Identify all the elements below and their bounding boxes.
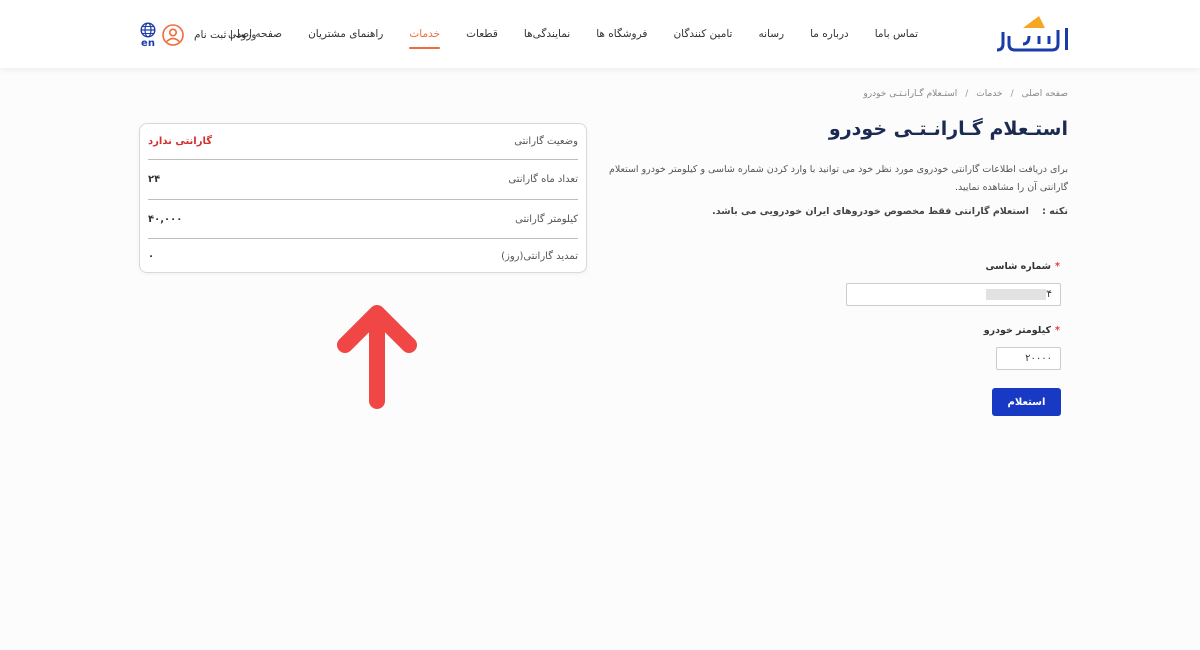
result-label: کیلومتر گارانتی — [515, 213, 578, 225]
result-label: تعداد ماه گارانتی — [508, 174, 578, 185]
language-label: en — [141, 38, 155, 49]
km-input[interactable] — [996, 347, 1061, 370]
nav-item-dealers[interactable]: نمایندگی‌ها — [524, 28, 570, 40]
nav-item-services[interactable]: خدمات — [409, 28, 440, 49]
site-header: صفحه اصلی راهنمای مشتریان خدمات قطعات نم… — [0, 0, 1200, 68]
breadcrumb-separator: / — [965, 89, 969, 99]
language-switcher[interactable]: en — [138, 22, 158, 52]
arrow-up-icon — [337, 305, 417, 409]
vin-redaction — [986, 289, 1046, 300]
result-row-status: وضعیت گارانتی گارانتی ندارد — [148, 124, 578, 160]
nav-item-suppliers[interactable]: تامین کنندگان — [673, 28, 732, 40]
inquiry-button[interactable]: استعلام — [992, 388, 1061, 416]
breadcrumb-services[interactable]: خدمات — [976, 89, 1002, 99]
warranty-result-card: وضعیت گارانتی گارانتی ندارد تعداد ماه گا… — [139, 123, 587, 273]
globe-icon — [140, 22, 156, 38]
breadcrumb-separator: / — [1010, 89, 1014, 99]
isaco-logo[interactable] — [995, 14, 1071, 54]
breadcrumb-current: استـعلام گـارانـتـی خودرو — [863, 89, 958, 99]
breadcrumb: صفحه اصلی / خدمات / استـعلام گـارانـتـی … — [863, 89, 1068, 99]
status-badge: گارانتی ندارد — [148, 136, 213, 147]
note-label: نکته : — [1042, 206, 1068, 217]
main-nav: صفحه اصلی راهنمای مشتریان خدمات قطعات نم… — [228, 0, 918, 68]
vin-field-wrapper — [846, 283, 1061, 306]
result-row-months: تعداد ماه گارانتی ۲۴ — [148, 160, 578, 200]
nav-item-media[interactable]: رسانه — [758, 28, 784, 40]
login-register-label[interactable]: ورود | ثبت نام — [194, 29, 256, 41]
required-mark: * — [1055, 325, 1060, 336]
page-description: برای دریافت اطلاعات گارانتی خودروی مورد … — [608, 164, 1068, 193]
note-text: استعلام گارانتی فقط مخصوص خودروهای ایران… — [712, 206, 1029, 217]
breadcrumb-home[interactable]: صفحه اصلی — [1022, 89, 1068, 99]
vin-label: *شماره شاسی — [985, 261, 1061, 272]
result-label: وضعیت گارانتی — [514, 136, 578, 147]
nav-item-stores[interactable]: فروشگاه ها — [596, 28, 647, 40]
result-row-km: کیلومتر گارانتی ۴۰,۰۰۰ — [148, 200, 578, 239]
result-label: تمدید گارانتی(روز) — [501, 250, 578, 262]
nav-item-about[interactable]: درباره ما — [810, 28, 849, 40]
nav-item-contact[interactable]: تماس باما — [875, 28, 918, 40]
auth-link[interactable]: ورود | ثبت نام — [162, 24, 256, 46]
page-title: استـعلام گـارانـتـی خودرو — [828, 118, 1068, 140]
note: نکته : استعلام گارانتی فقط مخصوص خودروها… — [712, 206, 1068, 217]
result-value: ۴۰,۰۰۰ — [148, 213, 183, 225]
nav-item-customer-guide[interactable]: راهنمای مشتریان — [308, 28, 383, 40]
km-label: *کیلومتر خودرو — [983, 325, 1060, 336]
result-value: ۰ — [148, 250, 155, 262]
result-row-extension: تمدید گارانتی(روز) ۰ — [148, 239, 578, 273]
nav-item-parts[interactable]: قطعات — [466, 28, 498, 40]
result-value: ۲۴ — [148, 174, 161, 185]
user-circle-icon — [162, 24, 184, 46]
required-mark: * — [1055, 261, 1060, 272]
